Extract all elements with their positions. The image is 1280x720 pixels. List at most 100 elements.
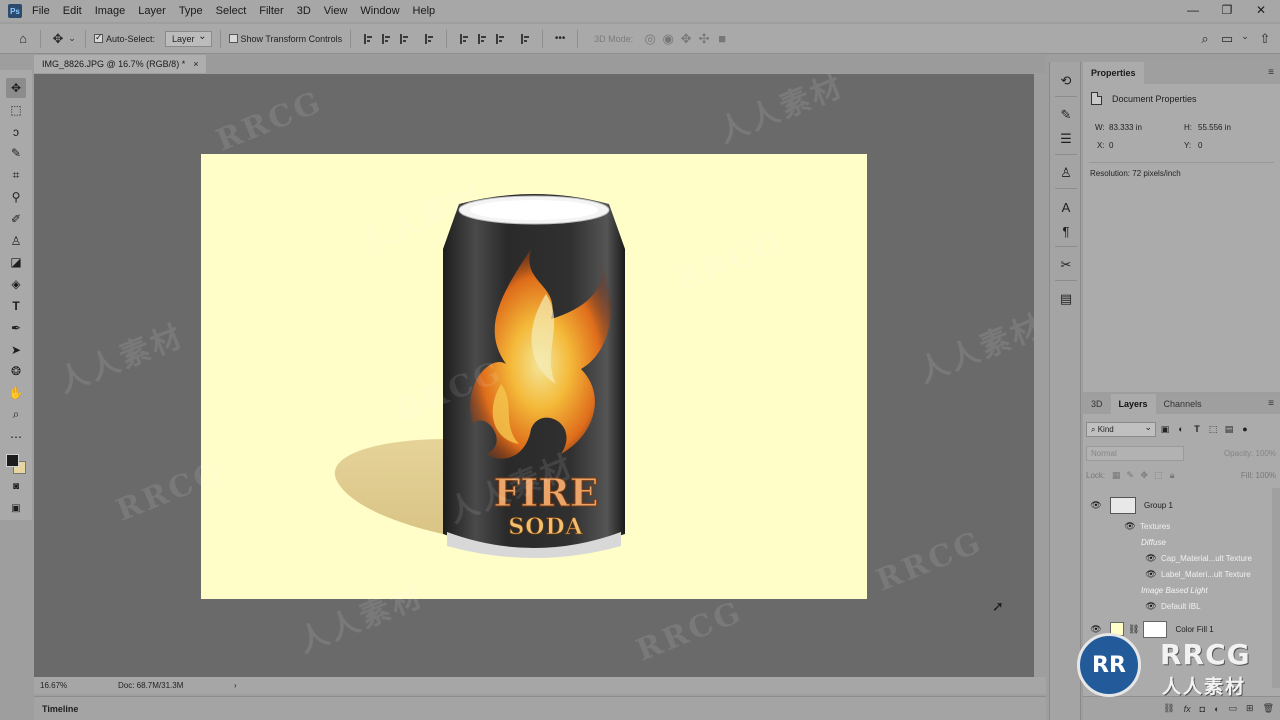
quick-mask-icon[interactable]: ◙ xyxy=(6,477,26,497)
paragraph-icon[interactable]: ¶ xyxy=(1057,222,1075,240)
photoshop-logo-icon[interactable]: Ps xyxy=(8,4,22,18)
filter-toggle-icon[interactable]: ● xyxy=(1238,424,1252,434)
layer-row[interactable]: 👁︎ Default IBL xyxy=(1083,599,1266,613)
filter-pixel-icon[interactable]: ▣ xyxy=(1158,424,1172,435)
close-window-icon[interactable]: ✕ xyxy=(1254,3,1268,17)
chevron-down-icon[interactable]: ⌄ xyxy=(67,33,77,44)
lock-all-icon[interactable]: 🔒︎ xyxy=(1165,470,1179,481)
stamp-tool-icon[interactable]: ♙ xyxy=(6,231,26,251)
move-tool-icon[interactable]: ✥ xyxy=(49,31,67,47)
workspace-chevron-icon[interactable]: ⌄ xyxy=(1236,31,1254,42)
marquee-tool-icon[interactable]: ⬚ xyxy=(6,100,26,120)
character-icon[interactable]: A xyxy=(1057,198,1075,216)
menu-help[interactable]: Help xyxy=(413,5,436,17)
workspace-icon[interactable]: ▭ xyxy=(1218,31,1236,47)
document-tab[interactable]: IMG_8826.JPG @ 16.7% (RGB/8) * × xyxy=(34,55,206,73)
panel-menu-icon[interactable]: ≡ xyxy=(1268,67,1274,78)
camera-3d-icon[interactable]: ■ xyxy=(713,31,731,46)
align-right-icon[interactable] xyxy=(400,33,409,44)
visibility-eye-icon[interactable]: 👁︎ xyxy=(1145,553,1157,564)
filter-adjustment-icon[interactable]: ◐ xyxy=(1174,424,1188,434)
canvas-area[interactable]: FIRE SODA RRCG 人人素材 人人素材 RRCG 人人素材 RRCG … xyxy=(34,74,1034,677)
layer-row[interactable]: 👁︎ Group 1 xyxy=(1083,492,1266,518)
search-icon[interactable]: ⌕ xyxy=(1196,31,1214,47)
filter-shape-icon[interactable]: ⬚ xyxy=(1206,424,1220,435)
paint-bucket-tool-icon[interactable]: ◈ xyxy=(6,274,26,294)
y-value[interactable]: 0 xyxy=(1198,141,1202,150)
menu-type[interactable]: Type xyxy=(179,5,203,17)
path-select-tool-icon[interactable]: ➤ xyxy=(6,340,26,360)
timeline-tab[interactable]: Timeline xyxy=(42,704,78,714)
align-top-icon[interactable] xyxy=(460,33,469,44)
menu-3d[interactable]: 3D xyxy=(297,5,311,17)
crop-tool-icon[interactable]: ⌗ xyxy=(6,165,26,185)
3d-tool-icon[interactable]: ❂ xyxy=(6,361,26,381)
status-menu-arrow-icon[interactable]: › xyxy=(234,681,237,690)
minimize-icon[interactable]: — xyxy=(1186,3,1200,17)
adjustments-icon[interactable]: ☰ xyxy=(1057,130,1075,148)
menu-layer[interactable]: Layer xyxy=(138,5,166,17)
drag-3d-icon[interactable]: ✥ xyxy=(677,31,695,47)
foreground-color-swatch[interactable] xyxy=(6,453,19,467)
width-value[interactable]: 83.333 in xyxy=(1109,123,1142,132)
lock-image-icon[interactable]: ✎ xyxy=(1123,470,1137,481)
transform-controls-checkbox[interactable] xyxy=(228,34,238,43)
fill-field[interactable]: Fill: 100% xyxy=(1241,471,1276,480)
visibility-eye-icon[interactable]: 👁︎ xyxy=(1124,521,1136,532)
clone-source-icon[interactable]: ♙ xyxy=(1057,164,1075,182)
orbit-3d-icon[interactable]: ◎ xyxy=(641,31,659,47)
eyedropper-tool-icon[interactable]: ⚲ xyxy=(6,187,26,207)
move-tool-icon[interactable]: ✥ xyxy=(6,78,26,98)
layer-row[interactable]: 👁︎ Label_Materi...ult Texture xyxy=(1083,567,1266,581)
menu-file[interactable]: File xyxy=(32,5,50,17)
align-bottom-icon[interactable] xyxy=(496,33,505,44)
restore-icon[interactable]: ❐ xyxy=(1220,3,1234,17)
menu-image[interactable]: Image xyxy=(95,5,126,17)
layer-row[interactable]: 👁︎ Textures xyxy=(1083,519,1266,533)
history-icon[interactable]: ⟲ xyxy=(1057,72,1075,90)
close-tab-icon[interactable]: × xyxy=(193,59,198,69)
x-value[interactable]: 0 xyxy=(1109,141,1113,150)
filter-smart-object-icon[interactable]: ▤ xyxy=(1222,424,1236,435)
tab-layers[interactable]: Layers xyxy=(1110,394,1156,414)
height-value[interactable]: 55.556 in xyxy=(1198,123,1231,132)
visibility-eye-icon[interactable]: 👁︎ xyxy=(1090,500,1102,511)
filter-type-icon[interactable]: T xyxy=(1190,424,1204,434)
tab-channels[interactable]: Channels xyxy=(1156,394,1210,414)
document-canvas[interactable]: FIRE SODA xyxy=(201,154,867,599)
panel-menu-icon[interactable]: ≡ xyxy=(1268,398,1274,409)
properties-tab[interactable]: Properties xyxy=(1083,62,1144,84)
zoom-level[interactable]: 16.67% xyxy=(40,681,104,690)
quick-select-tool-icon[interactable]: ✎ xyxy=(6,143,26,163)
align-left-icon[interactable] xyxy=(364,33,373,44)
lasso-tool-icon[interactable]: ↄ xyxy=(6,122,26,142)
more-tools-icon[interactable]: ⋯ xyxy=(6,427,26,447)
menu-select[interactable]: Select xyxy=(216,5,247,17)
screen-mode-icon[interactable]: ▣ xyxy=(6,498,26,518)
brush-settings-icon[interactable]: ✎ xyxy=(1057,106,1075,124)
kind-filter-dropdown[interactable]: ⌕ Kind xyxy=(1086,421,1156,437)
libraries-icon[interactable]: ▤ xyxy=(1057,290,1075,308)
eraser-tool-icon[interactable]: ◪ xyxy=(6,252,26,272)
menu-edit[interactable]: Edit xyxy=(63,5,82,17)
brush-tool-icon[interactable]: ✐ xyxy=(6,209,26,229)
lock-transparent-icon[interactable]: ▦ xyxy=(1109,470,1123,481)
more-options-icon[interactable]: ••• xyxy=(551,33,569,44)
slide-3d-icon[interactable]: ✣ xyxy=(695,31,713,47)
timeline-panel[interactable]: Timeline xyxy=(34,696,1046,720)
tools-options-icon[interactable]: ✂ xyxy=(1057,256,1075,274)
visibility-eye-icon[interactable]: 👁︎ xyxy=(1145,569,1157,580)
opacity-field[interactable]: Opacity: 100% xyxy=(1224,449,1276,458)
distribute-v-icon[interactable] xyxy=(521,33,530,44)
visibility-eye-icon[interactable]: 👁︎ xyxy=(1145,601,1157,612)
menu-window[interactable]: Window xyxy=(360,5,399,17)
auto-select-checkbox[interactable] xyxy=(94,32,103,43)
menu-view[interactable]: View xyxy=(324,5,348,17)
lock-position-icon[interactable]: ✥ xyxy=(1137,470,1151,481)
lock-artboard-icon[interactable]: ⬚ xyxy=(1151,470,1165,481)
home-icon[interactable]: ⌂ xyxy=(14,31,32,46)
share-icon[interactable]: ⇧ xyxy=(1256,31,1274,47)
tab-3d[interactable]: 3D xyxy=(1083,394,1111,414)
distribute-h-icon[interactable] xyxy=(425,33,434,44)
roll-3d-icon[interactable]: ◉ xyxy=(659,31,677,47)
